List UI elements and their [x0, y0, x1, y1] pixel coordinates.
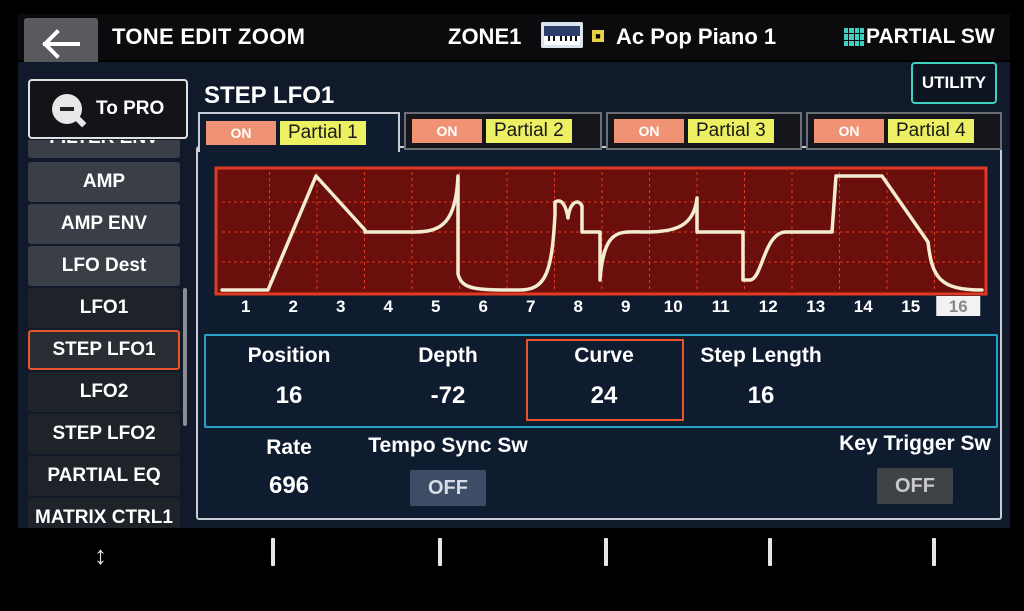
- sidebar-item-label: LFO Dest: [61, 255, 147, 276]
- sidebar-item-label: FILTER ENV: [49, 140, 158, 149]
- step-length-value: 16: [747, 382, 775, 409]
- tab-partial-1[interactable]: ON Partial 1: [198, 112, 400, 152]
- position-value: 16: [275, 382, 303, 409]
- sidebar-item-filter-env[interactable]: FILTER ENV: [28, 140, 180, 158]
- knob-5-indicator: [932, 538, 936, 566]
- step-lfo-graph[interactable]: 1 2 3 4 5 6 7 8 9 10 11 12 13 14 15 16: [210, 162, 990, 318]
- sidebar-item-lfo2[interactable]: LFO2: [28, 372, 180, 412]
- sidebar-menu: FILTER ENV AMP AMP ENV LFO Dest LFO1 STE…: [28, 140, 184, 528]
- grid-icon: [844, 28, 864, 46]
- sidebar-scrollbar[interactable]: [183, 288, 187, 426]
- step-label[interactable]: 5: [431, 297, 440, 316]
- step-label[interactable]: 13: [806, 297, 825, 316]
- step-label[interactable]: 1: [241, 297, 250, 316]
- sidebar-item-label: LFO1: [79, 297, 129, 318]
- tab-partial-4[interactable]: ON Partial 4: [806, 112, 1002, 150]
- tempo-sync-label: Tempo Sync Sw: [368, 434, 528, 457]
- step-length-param[interactable]: Step Length 16: [690, 344, 832, 410]
- partial-name: Partial 1: [280, 121, 366, 145]
- sidebar-item-label: STEP LFO2: [52, 423, 156, 444]
- partial-on-badge[interactable]: ON: [412, 119, 482, 143]
- step-label[interactable]: 8: [574, 297, 583, 316]
- partial-on-badge[interactable]: ON: [814, 119, 884, 143]
- curve-param[interactable]: Curve 24: [554, 344, 654, 410]
- tempo-sync-toggle[interactable]: OFF: [410, 470, 486, 506]
- step-length-label: Step Length: [700, 344, 822, 367]
- sidebar-item-lfo1[interactable]: LFO1: [28, 288, 180, 328]
- sidebar-item-lfo-dest[interactable]: LFO Dest: [28, 246, 180, 286]
- step-label[interactable]: 2: [289, 297, 298, 316]
- sidebar-item-amp-env[interactable]: AMP ENV: [28, 204, 180, 244]
- partial-on-badge[interactable]: ON: [206, 121, 276, 145]
- step-label[interactable]: 14: [854, 297, 873, 316]
- sidebar-item-label: AMP ENV: [60, 213, 148, 234]
- up-down-arrow-icon: ↕: [94, 540, 107, 570]
- key-trigger-label: Key Trigger Sw: [839, 432, 991, 455]
- knob-2-indicator: [438, 538, 442, 566]
- step-label[interactable]: 4: [384, 297, 394, 316]
- sidebar-item-label: LFO2: [79, 381, 129, 402]
- tab-partial-3[interactable]: ON Partial 3: [606, 112, 802, 150]
- step-label[interactable]: 7: [526, 297, 535, 316]
- step-label[interactable]: 3: [336, 297, 345, 316]
- step-label[interactable]: 10: [664, 297, 683, 316]
- knob-4-indicator: [768, 538, 772, 566]
- step-label[interactable]: 12: [759, 297, 778, 316]
- sidebar-item-step-lfo1[interactable]: STEP LFO1: [28, 330, 180, 370]
- partial-name: Partial 3: [688, 119, 774, 143]
- section-title: STEP LFO1: [204, 82, 335, 109]
- sidebar-item-label: STEP LFO1: [52, 339, 156, 360]
- sidebar-item-label: MATRIX CTRL1: [35, 507, 173, 528]
- position-param[interactable]: Position 16: [232, 344, 346, 410]
- tempo-sync-param[interactable]: Tempo Sync Sw OFF: [366, 434, 530, 506]
- sidebar-item-label: AMP: [82, 171, 126, 192]
- step-label[interactable]: 6: [479, 297, 488, 316]
- knob-1-indicator: [271, 538, 275, 566]
- zone-label: ZONE1: [448, 24, 522, 49]
- tab-partial-2[interactable]: ON Partial 2: [404, 112, 602, 150]
- partial-name: Partial 4: [888, 119, 974, 143]
- rate-label: Rate: [266, 436, 312, 459]
- utility-button[interactable]: UTILITY: [911, 62, 997, 104]
- screen-title: TONE EDIT ZOOM: [112, 24, 306, 49]
- curve-value: 24: [590, 382, 618, 409]
- depth-param[interactable]: Depth -72: [400, 344, 496, 410]
- zoom-out-icon: [52, 94, 82, 124]
- to-pro-label: To PRO: [96, 98, 165, 119]
- rate-param[interactable]: Rate 696: [244, 436, 334, 500]
- step-label[interactable]: 11: [712, 297, 730, 316]
- partial-on-badge[interactable]: ON: [614, 119, 684, 143]
- to-pro-button[interactable]: To PRO: [28, 79, 188, 139]
- rate-value: 696: [268, 472, 310, 499]
- step-label[interactable]: 16: [949, 297, 968, 316]
- partial-sw-label: PARTIAL SW: [866, 25, 995, 48]
- sidebar-item-amp[interactable]: AMP: [28, 162, 180, 202]
- sidebar-item-label: PARTIAL EQ: [47, 465, 161, 486]
- partial-sw-button[interactable]: PARTIAL SW: [844, 25, 995, 49]
- key-trigger-param[interactable]: Key Trigger Sw OFF: [834, 432, 996, 504]
- depth-label: Depth: [418, 344, 478, 367]
- step-label[interactable]: 15: [901, 297, 920, 316]
- arrow-left-icon: [42, 29, 80, 59]
- tone-name[interactable]: Ac Pop Piano 1: [616, 24, 776, 50]
- tone-category-icon: ■: [592, 30, 604, 42]
- knob-3-indicator: [604, 538, 608, 566]
- step-label[interactable]: 9: [621, 297, 630, 316]
- depth-value: -72: [430, 382, 466, 409]
- curve-label: Curve: [574, 344, 634, 367]
- position-label: Position: [247, 344, 331, 367]
- sidebar-item-partial-eq[interactable]: PARTIAL EQ: [28, 456, 180, 496]
- piano-icon: [541, 22, 583, 48]
- sidebar-item-matrix-ctrl1[interactable]: MATRIX CTRL1: [28, 498, 180, 528]
- key-trigger-toggle[interactable]: OFF: [877, 468, 953, 504]
- sidebar-item-step-lfo2[interactable]: STEP LFO2: [28, 414, 180, 454]
- partial-name: Partial 2: [486, 119, 572, 143]
